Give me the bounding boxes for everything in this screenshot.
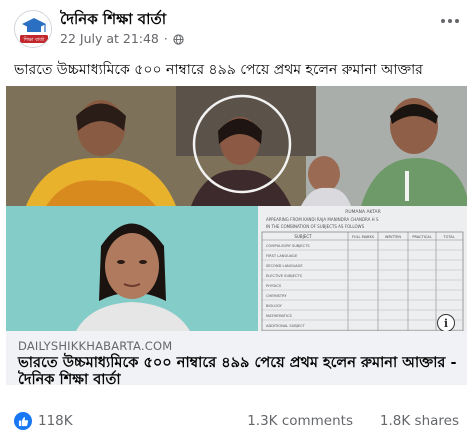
marksheet-col-written: WRITTEN xyxy=(385,235,401,239)
marksheet-col-practical: PRACTICAL xyxy=(412,235,431,239)
marksheet-row-label: SECOND LANGUAGE xyxy=(266,264,303,268)
preview-image[interactable]: RUMANA AKTAR APPEARING FROM KANDI RAJA M… xyxy=(6,86,467,331)
marksheet-heading-1: RUMANA AKTAR xyxy=(345,209,381,215)
marksheet-heading-3: IN THE COMBINATION OF SUBJECTS AS FOLLOW… xyxy=(266,224,365,229)
marksheet-heading-2: APPEARING FROM KANDI RAJA MANINDRA CHAND… xyxy=(266,217,379,222)
reaction-count[interactable]: 118K xyxy=(38,413,73,429)
post-caption: ভারতে উচ্চমাধ্যমিকে ৫০০ নাম্বারে ৪৯৯ পেয… xyxy=(14,62,423,78)
globe-icon xyxy=(173,33,184,45)
post-timestamp[interactable]: 22 July at 21:48 xyxy=(60,31,159,46)
marksheet-row-label: BIOLOGY xyxy=(266,304,283,308)
post-header: শিক্ষা বার্তা দৈনিক শিক্ষা বার্তা 22 Jul… xyxy=(0,0,473,52)
like-icon[interactable] xyxy=(14,412,32,430)
facebook-post: শিক্ষা বার্তা দৈনিক শিক্ষা বার্তা 22 Jul… xyxy=(0,0,473,443)
marksheet-row-label: CHEMISTRY xyxy=(266,294,287,298)
marksheet-row-label: PHYSICS xyxy=(266,284,282,288)
marksheet-row-label: ADDITIONAL SUBJECT xyxy=(266,324,306,328)
photo-group xyxy=(6,86,467,206)
info-icon[interactable]: i xyxy=(437,314,455,331)
marksheet-col-full: FULL MARKS xyxy=(352,235,375,239)
portrait-photo xyxy=(6,206,258,331)
preview-domain: DAILYSHIKKHABARTA.COM xyxy=(18,339,173,353)
marksheet-col-subject: SUBJECT xyxy=(294,234,312,239)
marksheet-col-total: TOTAL xyxy=(442,235,454,239)
marksheet-row-label: MATHEMATICS xyxy=(266,314,292,318)
shares-count[interactable]: 1.8K shares xyxy=(380,413,459,429)
more-options-icon[interactable] xyxy=(437,10,463,32)
page-avatar[interactable]: শিক্ষা বার্তা xyxy=(14,10,52,48)
marksheet-photo: RUMANA AKTAR APPEARING FROM KANDI RAJA M… xyxy=(258,206,467,331)
preview-title[interactable]: ভারতে উচ্চমাধ্যমিকে ৫০০ নাম্বারে ৪৯৯ পেয… xyxy=(18,355,458,389)
marksheet-row-label: FIRST LANGUAGE xyxy=(266,254,298,258)
comments-count[interactable]: 1.3K comments xyxy=(247,413,353,429)
post-stats: 118K 1.3K comments 1.8K shares xyxy=(0,410,473,434)
marksheet-row-label: ELECTIVE SUBJECTS xyxy=(266,274,303,278)
avatar-label: শিক্ষা বার্তা xyxy=(23,36,45,43)
page-name[interactable]: দৈনিক শিক্ষা বার্তা xyxy=(60,8,166,33)
preview-footer[interactable]: DAILYSHIKKHABARTA.COM ভারতে উচ্চমাধ্যমিক… xyxy=(6,331,467,388)
meta-separator: · xyxy=(163,31,168,46)
marksheet-row-label: COMPULSORY SUBJECTS xyxy=(266,244,310,248)
page-logo-icon: শিক্ষা বার্তা xyxy=(15,11,51,47)
link-preview[interactable]: RUMANA AKTAR APPEARING FROM KANDI RAJA M… xyxy=(0,86,473,388)
post-meta: 22 July at 21:48 · xyxy=(60,31,184,46)
